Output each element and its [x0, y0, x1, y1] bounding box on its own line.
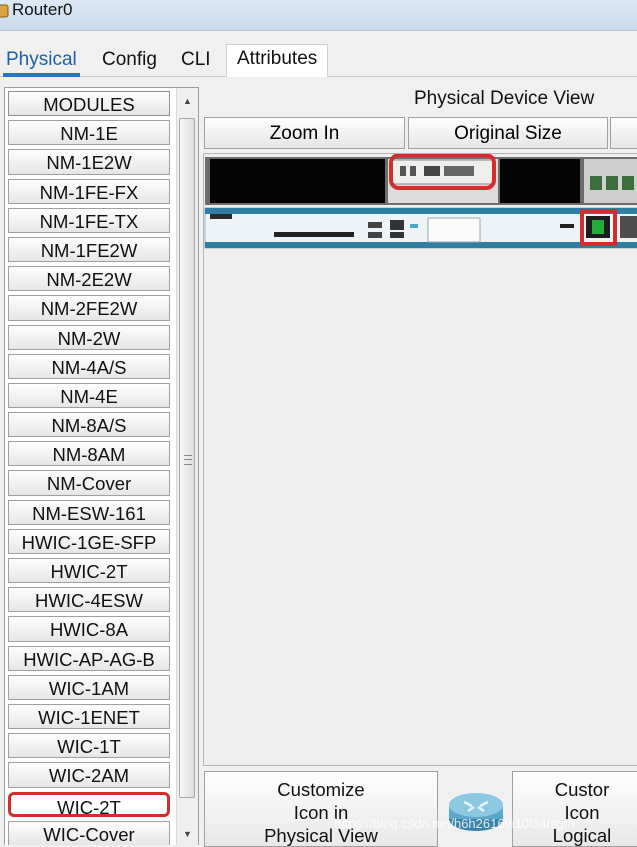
- module-item[interactable]: WIC-2AM: [8, 762, 170, 788]
- module-item[interactable]: NM-1FE2W: [8, 236, 170, 263]
- module-item[interactable]: NM-Cover: [8, 470, 170, 496]
- customize-logical-icon-button[interactable]: Custor Icon Logical: [512, 771, 637, 847]
- customize-logical-line-1: Custor: [554, 779, 610, 800]
- module-item[interactable]: WIC-2T: [8, 791, 170, 818]
- more-view-button[interactable]: [610, 117, 637, 149]
- module-item[interactable]: NM-8AM: [8, 441, 170, 467]
- tab-cli[interactable]: CLI: [181, 46, 211, 75]
- module-item[interactable]: NM-1E2W: [8, 149, 170, 175]
- module-item[interactable]: HWIC-2T: [8, 558, 170, 584]
- module-item[interactable]: NM-8A/S: [8, 412, 170, 438]
- module-item[interactable]: NM-2E2W: [8, 266, 170, 292]
- module-item[interactable]: NM-1FE-TX: [8, 207, 170, 233]
- module-item[interactable]: NM-ESW-161: [8, 499, 170, 525]
- scroll-down-icon[interactable]: ▼: [177, 823, 198, 845]
- module-item[interactable]: NM-4E: [8, 382, 170, 409]
- module-item[interactable]: HWIC-8A: [8, 616, 170, 642]
- tab-config[interactable]: Config: [102, 46, 157, 75]
- module-item[interactable]: WIC-1AM: [8, 674, 170, 700]
- original-size-button[interactable]: Original Size: [408, 117, 608, 149]
- scroll-up-icon[interactable]: ▲: [177, 90, 198, 112]
- module-item[interactable]: HWIC-AP-AG-B: [8, 645, 170, 671]
- module-item[interactable]: NM-2FE2W: [8, 295, 170, 321]
- physical-view-title: Physical Device View: [414, 88, 595, 109]
- watermark-text: https://blog.csdn.net/h6h26169i10l34fsgm: [334, 816, 575, 831]
- modules-scrollbar[interactable]: ▲ ▼: [176, 88, 198, 845]
- module-item[interactable]: WIC-1ENET: [8, 703, 170, 730]
- modules-list: MODULES NM-1E NM-1E2W NM-1FE-FX NM-1FE-TX NM…: [8, 91, 170, 845]
- device-view-area: [203, 153, 637, 766]
- tab-bar: Physical Config CLI Attributes: [0, 40, 637, 77]
- module-item[interactable]: HWIC-4ESW: [8, 587, 170, 613]
- tab-physical[interactable]: Physical: [3, 46, 80, 77]
- module-item[interactable]: NM-1FE-FX: [8, 178, 170, 204]
- grip-icon: [184, 455, 192, 465]
- modules-panel: MODULES NM-1E NM-1E2W NM-1FE-FX NM-1FE-TX NM…: [4, 87, 199, 845]
- module-item[interactable]: NM-1E: [8, 120, 170, 146]
- modules-header: MODULES: [8, 91, 170, 117]
- customize-physical-line-1: Customize: [277, 779, 365, 800]
- module-item[interactable]: NM-2W: [8, 324, 170, 350]
- customize-physical-icon-button[interactable]: Customize Icon in Physical View: [204, 771, 438, 847]
- scroll-thumb[interactable]: [179, 118, 195, 798]
- router-chassis[interactable]: [204, 154, 637, 254]
- installed-module[interactable]: [391, 159, 496, 185]
- window-title: Router0: [12, 0, 73, 19]
- router-app-icon: [0, 4, 9, 18]
- module-item[interactable]: WIC-Cover: [8, 820, 170, 845]
- title-bar: Router0: [0, 0, 637, 31]
- module-item[interactable]: WIC-1T: [8, 733, 170, 759]
- module-item[interactable]: NM-4A/S: [8, 353, 170, 379]
- tab-attributes[interactable]: Attributes: [226, 44, 329, 77]
- zoom-in-button[interactable]: Zoom In: [204, 117, 405, 149]
- module-item[interactable]: HWIC-1GE-SFP: [8, 528, 170, 554]
